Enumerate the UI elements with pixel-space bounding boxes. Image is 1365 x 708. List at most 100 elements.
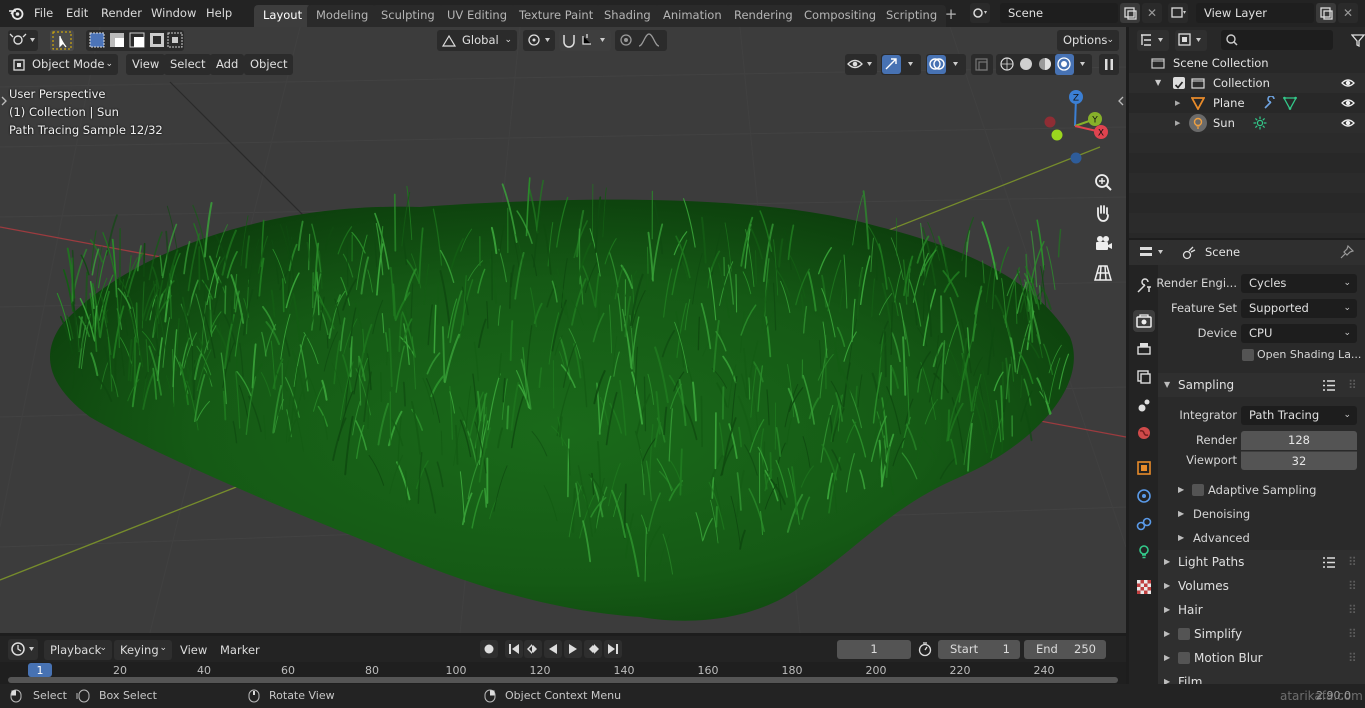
tab-layout[interactable]: Layout [254,5,312,27]
simplify-panel-header[interactable]: ▶ Simplify ⠿ [1158,622,1365,646]
menu-render[interactable]: Render [101,6,142,20]
device-dropdown[interactable]: CPU ⌄ [1241,324,1357,343]
stopwatch-icon[interactable] [916,640,934,658]
tab-sculpting[interactable]: Sculpting [372,5,444,27]
pan-view-icon[interactable] [1090,200,1116,226]
eye-icon[interactable] [1341,76,1355,90]
outliner-row-scene-collection[interactable]: Scene Collection [1129,53,1365,73]
jump-start-icon[interactable] [505,640,523,658]
prev-keyframe-icon[interactable] [524,640,542,658]
ortho-view-icon[interactable] [1090,260,1116,286]
zoom-view-icon[interactable] [1090,170,1116,196]
light-paths-panel-header[interactable]: ▶ Light Paths ⠿ [1158,550,1365,574]
timeline-menu-marker[interactable]: Marker [220,643,260,657]
tab-scripting[interactable]: Scripting [877,5,947,27]
simplify-checkbox[interactable] [1178,628,1190,640]
outliner-search-input[interactable] [1221,30,1333,50]
object-data-tab-icon[interactable] [1133,541,1155,563]
film-panel-header[interactable]: ▶ Film [1158,670,1365,684]
sidebar-toggle-icon[interactable] [1117,95,1125,107]
adaptive-sampling-checkbox[interactable] [1192,484,1204,496]
tab-shading[interactable]: Shading [595,5,660,27]
mesh-data-icon[interactable] [1283,96,1297,110]
drag-handle-icon[interactable]: ⠿ [1348,373,1357,397]
menu-select[interactable]: Select [164,54,212,75]
hair-panel-header[interactable]: ▶ Hair ⠿ [1158,598,1365,622]
sampling-panel-header[interactable]: ▼ Sampling ⠿ [1158,373,1365,397]
pivot-point-icon[interactable] [523,30,555,51]
jump-end-icon[interactable] [604,640,622,658]
playback-dropdown[interactable]: Playback ⌄ [44,640,112,660]
add-workspace-button[interactable]: + [942,5,960,25]
play-reverse-icon[interactable] [544,640,562,658]
editor-type-icon[interactable] [8,30,38,51]
tab-compositing[interactable]: Compositing [795,5,886,27]
selection-mode-icons[interactable] [86,30,184,51]
texture-tab-icon[interactable] [1133,576,1155,598]
denoising-subpanel[interactable]: ▶ Denoising [1174,504,1250,524]
properties-editor-type-icon[interactable] [1137,242,1169,263]
scene-tab-icon[interactable] [1133,394,1155,416]
menu-edit[interactable]: Edit [66,6,88,20]
3d-viewport[interactable]: Global ⌄ Options ⌄ Object Mode ⌄ View Se… [0,27,1126,633]
timeline-menu-view[interactable]: View [180,643,207,657]
outliner-row-sun[interactable]: ▶ Sun [1129,113,1365,133]
proportional-editing-icon[interactable] [615,30,667,51]
outliner-row-plane[interactable]: ▶ Plane [1129,93,1365,113]
presets-list-icon[interactable] [1322,379,1336,392]
timeline-editor-type-icon[interactable] [8,639,38,660]
overlays-toggle-icon[interactable] [926,54,966,75]
end-frame-field[interactable]: End 250 [1024,640,1106,659]
outliner-row-collection[interactable]: ▼ Collection [1129,73,1365,93]
sun-light-data-icon[interactable] [1253,116,1267,130]
next-keyframe-icon[interactable] [584,640,602,658]
copy-view-layer-icon[interactable] [1316,3,1336,23]
constraints-tab-icon[interactable] [1133,513,1155,535]
navigation-gizmo[interactable]: Z Y X [1036,85,1116,165]
object-mode-dropdown[interactable]: Object Mode ⌄ [8,54,118,75]
current-frame-field[interactable]: 1 [837,640,911,659]
tab-rendering[interactable]: Rendering [725,5,802,27]
exclude-checkbox[interactable] [1173,77,1185,89]
tab-modeling[interactable]: Modeling [307,5,378,27]
snap-icon[interactable] [559,30,611,51]
xray-toggle-icon[interactable] [971,54,993,75]
advanced-subpanel[interactable]: ▶ Advanced [1174,528,1250,548]
menu-add[interactable]: Add [210,54,245,75]
physics-tab-icon[interactable] [1133,485,1155,507]
gizmo-toggle-icon[interactable] [881,54,921,75]
drag-handle-icon[interactable]: ⠿ [1348,622,1357,646]
copy-scene-icon[interactable] [1120,3,1140,23]
eye-icon[interactable] [1341,116,1355,130]
keying-dropdown[interactable]: Keying ⌄ [114,640,172,660]
tab-animation[interactable]: Animation [654,5,731,27]
tab-uv-editing[interactable]: UV Editing [438,5,516,27]
menu-help[interactable]: Help [206,6,232,20]
orientation-dropdown[interactable]: Global ⌄ [437,30,517,51]
view-layer-tab-icon[interactable] [1133,366,1155,388]
expand-arrow-icon[interactable]: ▶ [1175,113,1180,133]
play-icon[interactable] [564,640,582,658]
tool-tab-icon[interactable] [1133,275,1155,297]
render-tab-icon[interactable] [1133,310,1155,332]
menu-window[interactable]: Window [151,6,196,20]
filter-icon[interactable] [1351,33,1365,47]
display-mode-icon[interactable] [1175,30,1207,51]
drag-handle-icon[interactable]: ⠿ [1348,574,1357,598]
eye-icon[interactable] [1341,96,1355,110]
timeline-scrollbar[interactable] [8,677,1118,683]
menu-file[interactable]: File [34,6,53,20]
integrator-dropdown[interactable]: Path Tracing ⌄ [1241,406,1357,425]
close-view-layer-icon[interactable]: ✕ [1338,3,1358,23]
drag-handle-icon[interactable]: ⠿ [1348,646,1357,670]
drag-handle-icon[interactable]: ⠿ [1348,598,1357,622]
wrench-modifier-icon[interactable] [1263,96,1277,110]
record-keyframe-icon[interactable] [480,640,498,658]
view-layer-icon[interactable] [1168,3,1188,23]
expand-arrow-icon[interactable]: ▼ [1155,73,1161,93]
visibility-icon[interactable] [845,54,877,75]
menu-object[interactable]: Object [244,54,294,75]
adaptive-sampling-subpanel[interactable]: ▶ Adaptive Sampling [1174,480,1316,500]
osl-checkbox[interactable] [1242,349,1254,361]
view-layer-selector[interactable]: View Layer [1196,3,1314,23]
